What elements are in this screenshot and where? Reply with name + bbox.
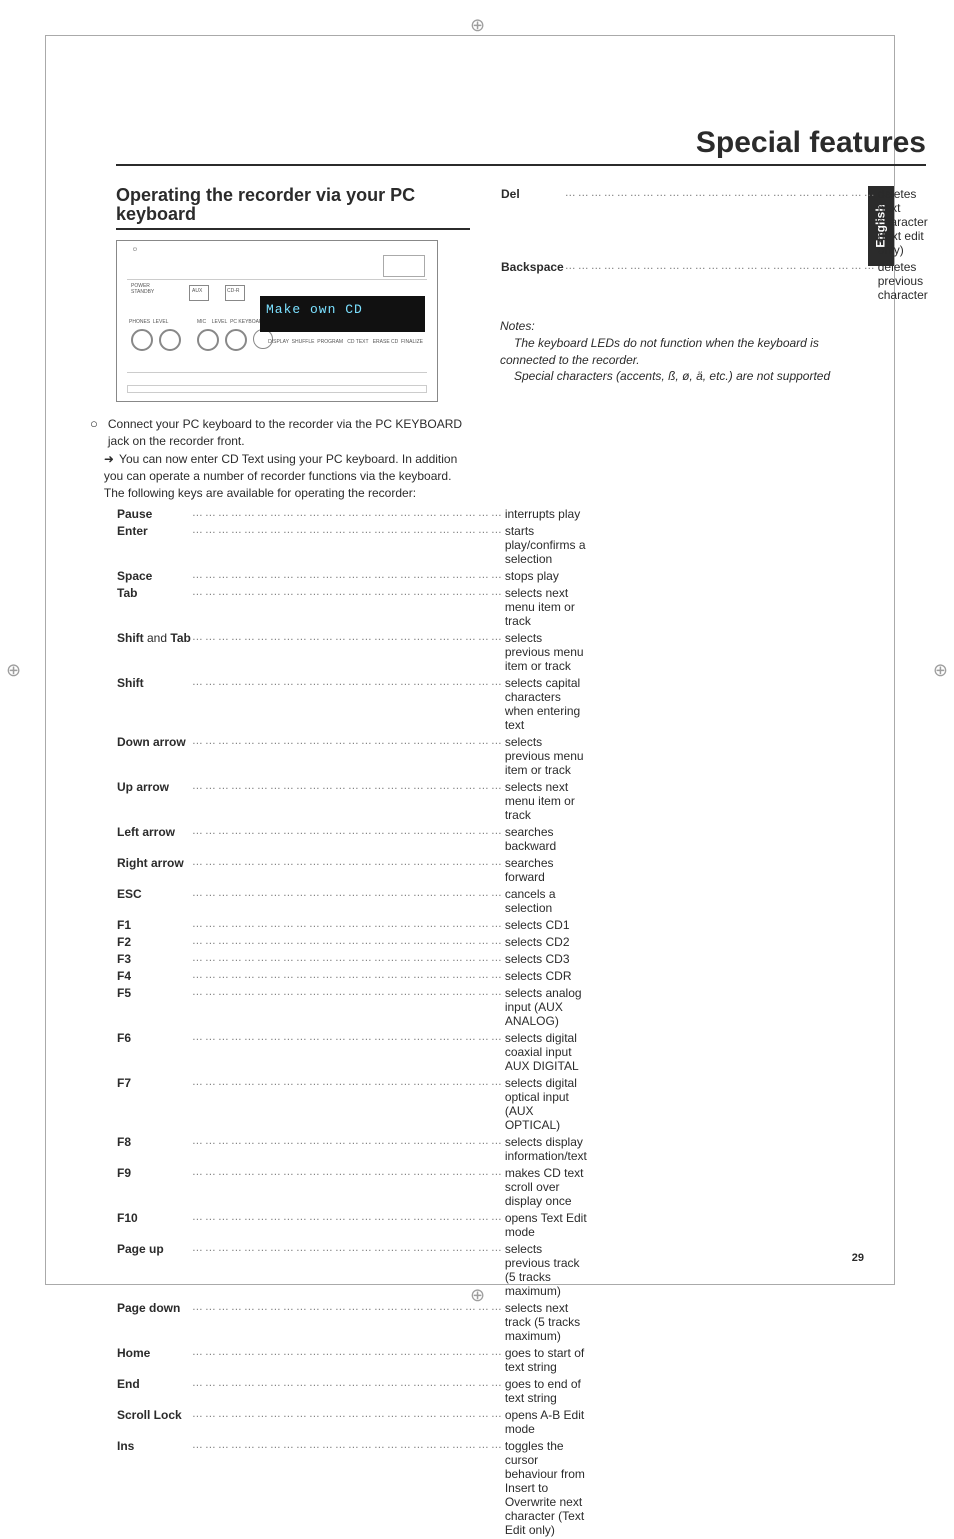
- desc-cell: deletes next character (text edit only): [878, 186, 929, 259]
- leader-dots: ………………………………………………………………: [191, 985, 505, 1030]
- table-row: Backspace………………………………………………………………deletes…: [500, 259, 929, 304]
- key-cell: F3: [116, 951, 191, 968]
- left-column: Operating the recorder via your PC keybo…: [116, 186, 470, 1244]
- arrow-text: You can now enter CD Text using your PC …: [104, 452, 457, 500]
- leader-dots: ………………………………………………………………: [191, 568, 505, 585]
- key-cell: F4: [116, 968, 191, 985]
- table-row: Del………………………………………………………………deletes next …: [500, 186, 929, 259]
- desc-cell: goes to start of text string: [505, 1345, 588, 1376]
- key-cell: Backspace: [500, 259, 564, 304]
- table-row: Home………………………………………………………………goes to star…: [116, 1345, 588, 1376]
- key-cell: Home: [116, 1345, 191, 1376]
- desc-cell: toggles the cursor behaviour from Insert…: [505, 1438, 588, 1539]
- crop-mark-icon: ⊕: [470, 15, 485, 36]
- key-cell: Scroll Lock: [116, 1407, 191, 1438]
- leader-dots: ………………………………………………………………: [191, 1241, 505, 1300]
- key-cell: F8: [116, 1134, 191, 1165]
- key-cell: F9: [116, 1165, 191, 1210]
- table-row: Page down………………………………………………………………selects…: [116, 1300, 588, 1345]
- key-cell: Right arrow: [116, 855, 191, 886]
- leader-dots: ………………………………………………………………: [191, 934, 505, 951]
- key-cell: F7: [116, 1075, 191, 1134]
- arrow-icon: ➜: [104, 452, 114, 466]
- notes-label: Notes:: [500, 318, 854, 335]
- leader-dots: ………………………………………………………………: [191, 734, 505, 779]
- key-cell: Space: [116, 568, 191, 585]
- page-frame: Special features English Operating the r…: [45, 35, 895, 1285]
- note-line: The keyboard LEDs do not function when t…: [500, 335, 854, 369]
- key-cell: Tab: [116, 585, 191, 630]
- right-column: Del………………………………………………………………deletes next …: [500, 186, 854, 1244]
- step-bullet-icon: ○: [90, 416, 98, 502]
- leader-dots: ………………………………………………………………: [191, 886, 505, 917]
- leader-dots: ………………………………………………………………: [564, 186, 878, 259]
- key-cell: Pause: [116, 506, 191, 523]
- key-cell: F2: [116, 934, 191, 951]
- key-cell: Ins: [116, 1438, 191, 1539]
- leader-dots: ………………………………………………………………: [191, 951, 505, 968]
- leader-dots: ………………………………………………………………: [191, 779, 505, 824]
- key-cell: F5: [116, 985, 191, 1030]
- recorder-figure: ⏻ POWERSTANDBY AUX CD-R PHONES LEVEL MIC…: [116, 240, 438, 402]
- crop-mark-icon: ⊕: [6, 660, 21, 681]
- leader-dots: ………………………………………………………………: [191, 968, 505, 985]
- key-cell: End: [116, 1376, 191, 1407]
- desc-cell: opens A-B Edit mode: [505, 1407, 588, 1438]
- leader-dots: ………………………………………………………………: [191, 630, 505, 675]
- table-row: Ins………………………………………………………………toggles the c…: [116, 1438, 588, 1539]
- key-cell: Page up: [116, 1241, 191, 1300]
- leader-dots: ………………………………………………………………: [191, 824, 505, 855]
- step-text: Connect your PC keyboard to the recorder…: [108, 417, 462, 448]
- key-cell: Page down: [116, 1300, 191, 1345]
- table-row: Page up………………………………………………………………selects p…: [116, 1241, 588, 1300]
- crop-mark-icon: ⊕: [933, 660, 948, 681]
- leader-dots: ………………………………………………………………: [191, 1134, 505, 1165]
- key-cell: F6: [116, 1030, 191, 1075]
- recorder-display: Make own CD: [260, 296, 425, 332]
- notes-block: Notes: The keyboard LEDs do not function…: [500, 318, 854, 385]
- leader-dots: ………………………………………………………………: [191, 506, 505, 523]
- desc-cell: goes to end of text string: [505, 1376, 588, 1407]
- key-cell: F10: [116, 1210, 191, 1241]
- leader-dots: ………………………………………………………………: [191, 1345, 505, 1376]
- note-line: Special characters (accents, ß, ø, ä, et…: [500, 368, 854, 385]
- leader-dots: ………………………………………………………………: [191, 1075, 505, 1134]
- key-cell: Left arrow: [116, 824, 191, 855]
- leader-dots: ………………………………………………………………: [191, 1438, 505, 1539]
- keyboard-table-right: Del………………………………………………………………deletes next …: [500, 186, 929, 304]
- page-number: 29: [852, 1252, 864, 1264]
- section-title: Operating the recorder via your PC keybo…: [116, 186, 470, 230]
- leader-dots: ………………………………………………………………: [191, 1210, 505, 1241]
- leader-dots: ………………………………………………………………: [191, 675, 505, 734]
- leader-dots: ………………………………………………………………: [564, 259, 878, 304]
- leader-dots: ………………………………………………………………: [191, 1300, 505, 1345]
- leader-dots: ………………………………………………………………: [191, 1376, 505, 1407]
- table-row: End………………………………………………………………goes to end o…: [116, 1376, 588, 1407]
- leader-dots: ………………………………………………………………: [191, 855, 505, 886]
- desc-cell: selects next track (5 tracks maximum): [505, 1300, 588, 1345]
- page-title: Special features: [116, 126, 926, 166]
- key-cell: F1: [116, 917, 191, 934]
- key-cell: ESC: [116, 886, 191, 917]
- leader-dots: ………………………………………………………………: [191, 585, 505, 630]
- desc-cell: deletes previous character: [878, 259, 929, 304]
- leader-dots: ………………………………………………………………: [191, 1407, 505, 1438]
- leader-dots: ………………………………………………………………: [191, 917, 505, 934]
- key-cell: Enter: [116, 523, 191, 568]
- key-cell: Del: [500, 186, 564, 259]
- key-cell: Shift and Tab: [116, 630, 191, 675]
- table-row: Scroll Lock………………………………………………………………opens…: [116, 1407, 588, 1438]
- leader-dots: ………………………………………………………………: [191, 523, 505, 568]
- key-cell: Shift: [116, 675, 191, 734]
- key-cell: Up arrow: [116, 779, 191, 824]
- leader-dots: ………………………………………………………………: [191, 1165, 505, 1210]
- desc-cell: selects previous track (5 tracks maximum…: [505, 1241, 588, 1300]
- key-cell: Down arrow: [116, 734, 191, 779]
- leader-dots: ………………………………………………………………: [191, 1030, 505, 1075]
